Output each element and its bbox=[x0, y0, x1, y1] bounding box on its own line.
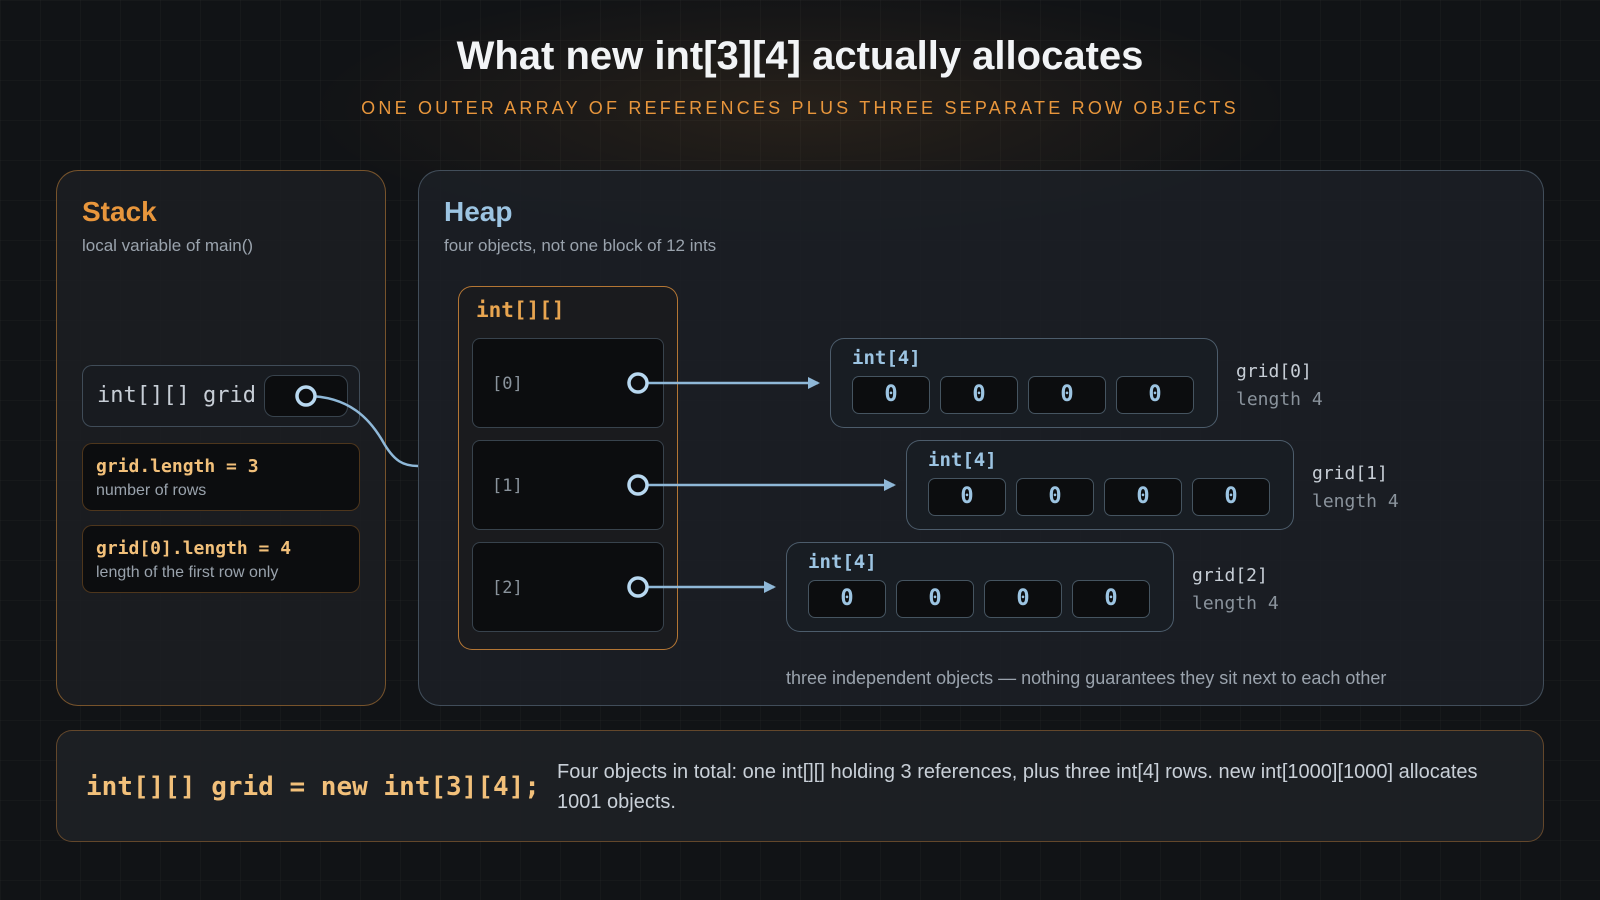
stack-to-heap-connector bbox=[305, 394, 419, 468]
slot-0-reference-dot bbox=[627, 372, 649, 394]
slot-2-reference-dot bbox=[627, 576, 649, 598]
stack-reference-dot bbox=[295, 385, 317, 407]
code-statement: int[][] grid = new int[3][4]; bbox=[86, 772, 540, 802]
slot-1-reference-dot bbox=[627, 474, 649, 496]
allocation-summary: Four objects in total: one int[][] holdi… bbox=[557, 761, 1478, 813]
